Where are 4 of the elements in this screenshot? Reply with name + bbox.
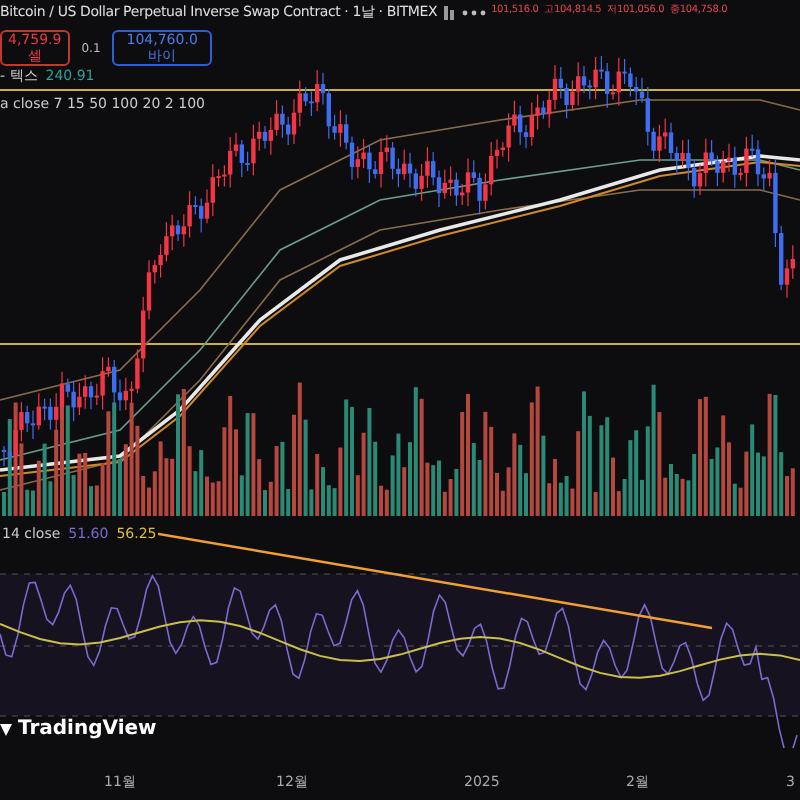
- more-icon[interactable]: [461, 9, 486, 15]
- chart-icon: [443, 5, 456, 19]
- logo-text: TradingView: [18, 716, 157, 744]
- logo-icon: [0, 723, 12, 735]
